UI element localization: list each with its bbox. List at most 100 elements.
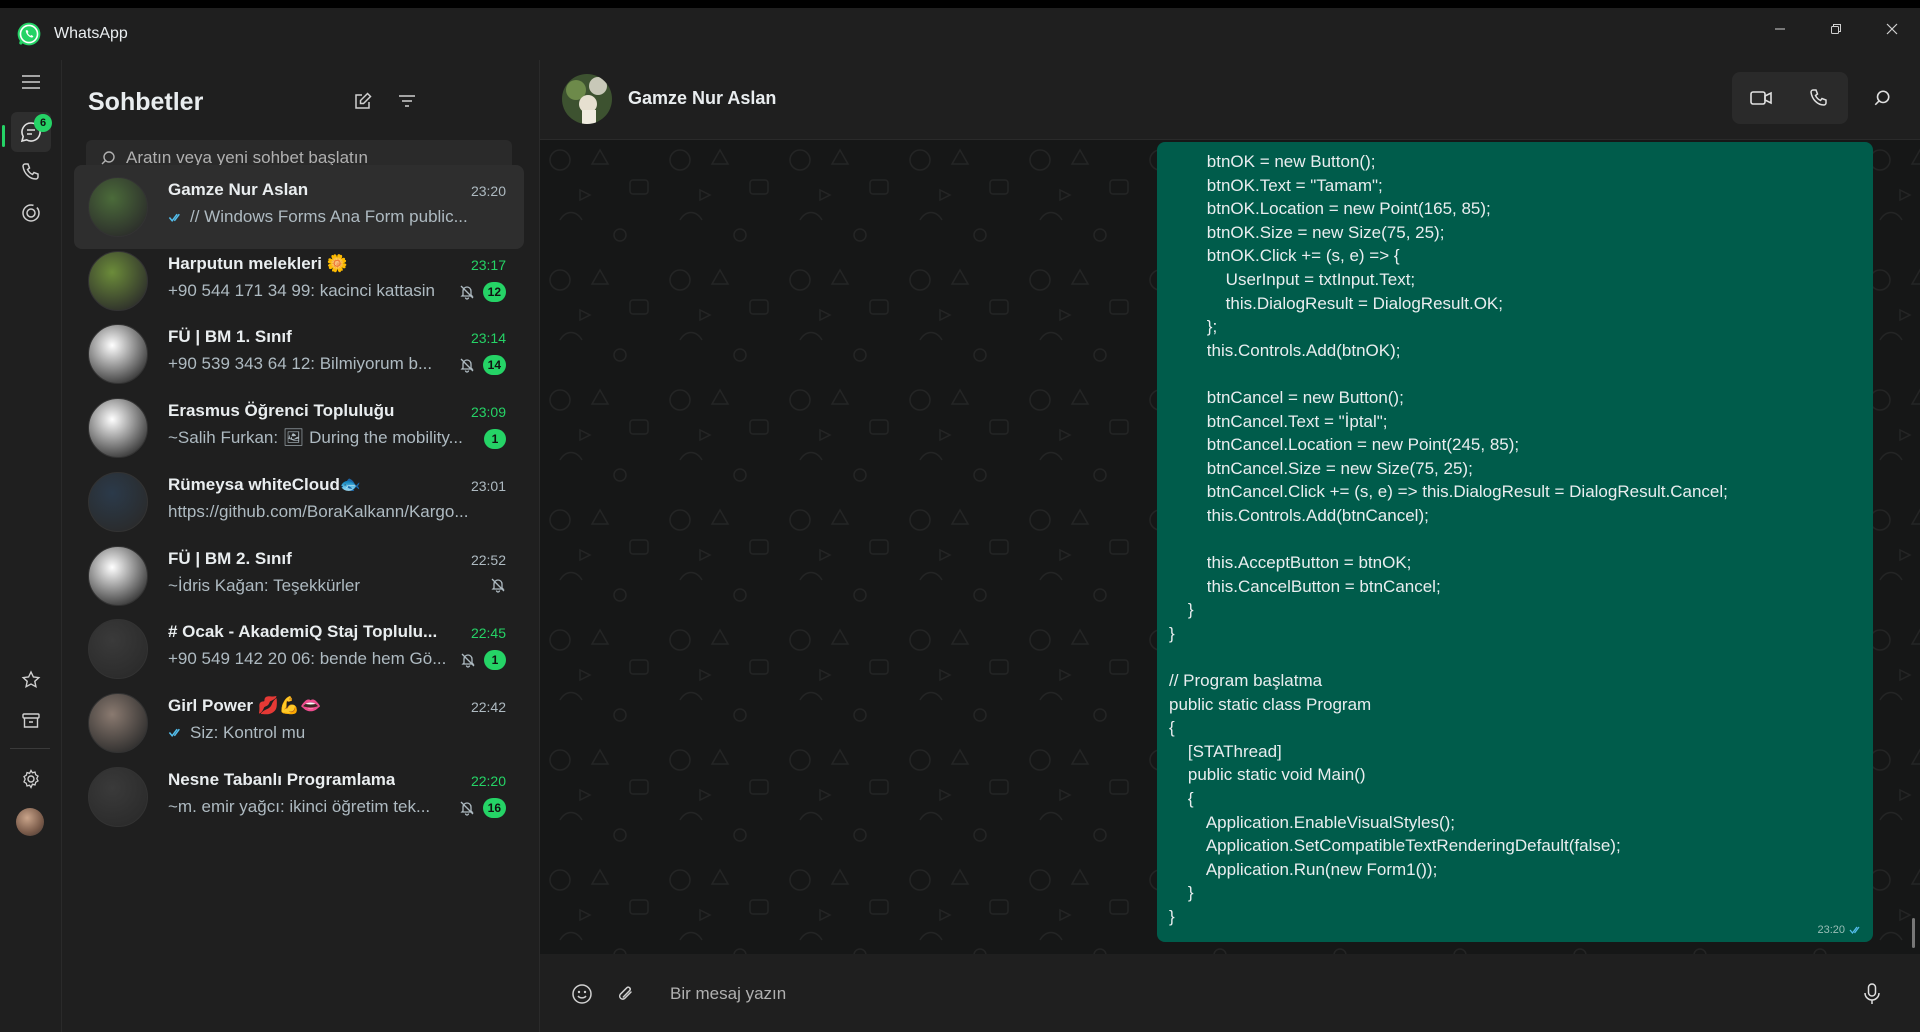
chat-name: Harputun melekleri 🌼 bbox=[168, 253, 348, 273]
search-in-chat-button[interactable] bbox=[1860, 72, 1904, 124]
code-line: { bbox=[1169, 718, 1175, 738]
voice-message-button[interactable] bbox=[1852, 974, 1892, 1014]
paperclip-icon bbox=[618, 986, 632, 1000]
chat-list-item[interactable]: Erasmus Öğrenci Topluluğu 23:09 ~Salih Fur… bbox=[74, 386, 524, 470]
chat-time: 22:42 bbox=[470, 698, 506, 715]
chat-list-item[interactable]: FÜ | BM 1. Sınıf 23:14 +90 539 343 64 12: … bbox=[74, 312, 524, 396]
code-line: this.Controls.Add(btnOK); bbox=[1169, 340, 1401, 360]
chat-preview: ~Salih Furkan: 🖼 During the mobility... bbox=[168, 428, 463, 448]
chat-preview-text: https://github.com/BoraKalkann/Kargo... bbox=[168, 501, 468, 521]
message-meta: 23:20 bbox=[1817, 924, 1863, 936]
chat-avatar bbox=[88, 766, 148, 827]
read-ticks-icon bbox=[168, 213, 180, 222]
voice-call-button[interactable] bbox=[1790, 72, 1848, 124]
filter-button[interactable] bbox=[390, 84, 424, 118]
chat-name: FÜ | BM 2. Sınıf bbox=[168, 548, 292, 568]
chat-avatar bbox=[88, 250, 148, 311]
code-line: [STAThread] bbox=[1169, 741, 1282, 761]
contact-name[interactable]: Gamze Nur Aslan bbox=[628, 88, 776, 109]
chat-preview: Siz: Kontrol mu bbox=[168, 723, 305, 743]
chat-list-item[interactable]: Nesne Tabanlı Programlama 22:20 ~m. emir y… bbox=[74, 755, 524, 839]
message-time: 23:20 bbox=[1817, 924, 1845, 936]
chat-list-item[interactable]: Gamze Nur Aslan 23:20// Windows Forms Ana… bbox=[74, 165, 524, 249]
header-actions bbox=[1732, 72, 1904, 124]
muted-bell-icon bbox=[461, 653, 475, 668]
chat-name: Rümeysa whiteCloud🐟 bbox=[168, 474, 362, 494]
video-camera-icon bbox=[1750, 91, 1772, 105]
call-button-group bbox=[1732, 72, 1848, 124]
starred-nav-button[interactable] bbox=[11, 660, 51, 700]
code-line: } bbox=[1169, 907, 1175, 926]
chat-preview-text: Siz: Kontrol mu bbox=[190, 722, 306, 742]
attach-button[interactable] bbox=[606, 974, 646, 1014]
code-line: Application.SetCompatibleTextRenderingDe… bbox=[1169, 836, 1621, 856]
code-line: } bbox=[1169, 600, 1194, 620]
settings-nav-button[interactable] bbox=[11, 759, 51, 799]
message-input[interactable] bbox=[670, 978, 1800, 1010]
chat-time: 23:09 bbox=[470, 404, 506, 421]
chat-preview-text: +90 544 171 34 99: kacinci kattasin bbox=[168, 280, 435, 300]
code-line: } bbox=[1169, 883, 1194, 903]
chat-time: 22:45 bbox=[470, 625, 506, 642]
outgoing-message-bubble[interactable]: btnOK = new Button(); btnOK.Text = "Tama… bbox=[1157, 142, 1873, 942]
archived-nav-button[interactable] bbox=[11, 701, 51, 741]
filter-icon bbox=[399, 95, 415, 107]
chat-preview-text: +90 549 142 20 06: bende hem Gö... bbox=[168, 649, 447, 669]
chat-list-item[interactable]: FÜ | BM 2. Sınıf 22:52 ~İdris Kağan: Teşek… bbox=[74, 534, 524, 618]
new-chat-button[interactable] bbox=[346, 84, 380, 118]
status-nav-button[interactable] bbox=[11, 193, 51, 233]
close-icon bbox=[1886, 23, 1898, 35]
hamburger-menu-icon bbox=[22, 75, 40, 89]
message-composer bbox=[540, 954, 1920, 1032]
video-call-button[interactable] bbox=[1732, 72, 1790, 124]
code-line: Application.Run(new Form1()); bbox=[1169, 859, 1438, 879]
close-button[interactable] bbox=[1864, 8, 1920, 50]
phone-icon bbox=[22, 163, 39, 180]
code-line: btnCancel.Text = "İptal"; bbox=[1169, 411, 1388, 431]
chat-avatar bbox=[88, 177, 148, 237]
chat-name: FÜ | BM 1. Sınıf bbox=[168, 327, 292, 347]
read-ticks-icon bbox=[168, 729, 180, 738]
chat-preview: https://github.com/BoraKalkann/Kargo... bbox=[168, 502, 468, 522]
muted-bell-icon bbox=[491, 578, 505, 593]
code-line: UserInput = txtInput.Text; bbox=[1169, 269, 1416, 289]
chat-name: Erasmus Öğrenci Topluluğu bbox=[168, 401, 395, 421]
chat-avatar bbox=[88, 545, 148, 606]
chat-time: 23:14 bbox=[470, 330, 506, 347]
chat-list-item[interactable]: # Ocak - AkademiQ Staj Toplulu... 22:45 +9… bbox=[74, 607, 524, 691]
chat-preview-text: ~m. emir yağcı: ikinci öğretim tek... bbox=[168, 796, 431, 816]
chat-meta: 14 bbox=[459, 355, 506, 376]
contact-avatar[interactable] bbox=[562, 74, 612, 124]
chat-meta: 12 bbox=[459, 281, 506, 302]
archive-icon bbox=[22, 713, 40, 728]
calls-nav-button[interactable] bbox=[11, 152, 51, 192]
chat-header: Gamze Nur Aslan bbox=[540, 60, 1920, 140]
phone-icon bbox=[1810, 89, 1827, 106]
muted-bell-icon bbox=[460, 285, 474, 300]
emoji-button[interactable] bbox=[562, 974, 602, 1014]
chat-list-item[interactable]: Rümeysa whiteCloud🐟 23:01 https://github.c… bbox=[74, 460, 524, 544]
scrollbar-thumb[interactable] bbox=[1912, 918, 1915, 948]
minimize-icon bbox=[1775, 28, 1785, 30]
chat-list-item[interactable]: Girl Power 💋💪👄 22:42 Siz: Kontrol mu bbox=[74, 681, 524, 765]
chat-meta: 1 bbox=[484, 429, 506, 450]
chat-list-item[interactable]: Harputun melekleri 🌼 23:17 +90 544 171 34 … bbox=[74, 239, 524, 323]
chat-meta bbox=[490, 577, 506, 593]
chat-list-title: Sohbetler bbox=[88, 88, 204, 116]
chat-avatar bbox=[88, 619, 148, 680]
minimize-button[interactable] bbox=[1752, 8, 1808, 50]
title-bar: WhatsApp bbox=[0, 8, 1920, 60]
chat-name: # Ocak - AkademiQ Staj Toplulu... bbox=[168, 622, 438, 642]
profile-avatar[interactable] bbox=[16, 808, 44, 836]
menu-button[interactable] bbox=[11, 62, 51, 102]
restore-button[interactable] bbox=[1808, 8, 1864, 50]
chat-preview-text: +90 539 343 64 12: Bilmiyorum b... bbox=[168, 354, 433, 374]
unread-count-badge: 12 bbox=[482, 281, 506, 302]
rail-separator bbox=[10, 748, 50, 749]
window-controls bbox=[1752, 8, 1920, 50]
chat-avatar bbox=[88, 324, 148, 385]
code-line: btnCancel.Size = new Size(75, 25); bbox=[1169, 458, 1473, 478]
message-area[interactable]: btnOK = new Button(); btnOK.Text = "Tama… bbox=[540, 140, 1920, 954]
